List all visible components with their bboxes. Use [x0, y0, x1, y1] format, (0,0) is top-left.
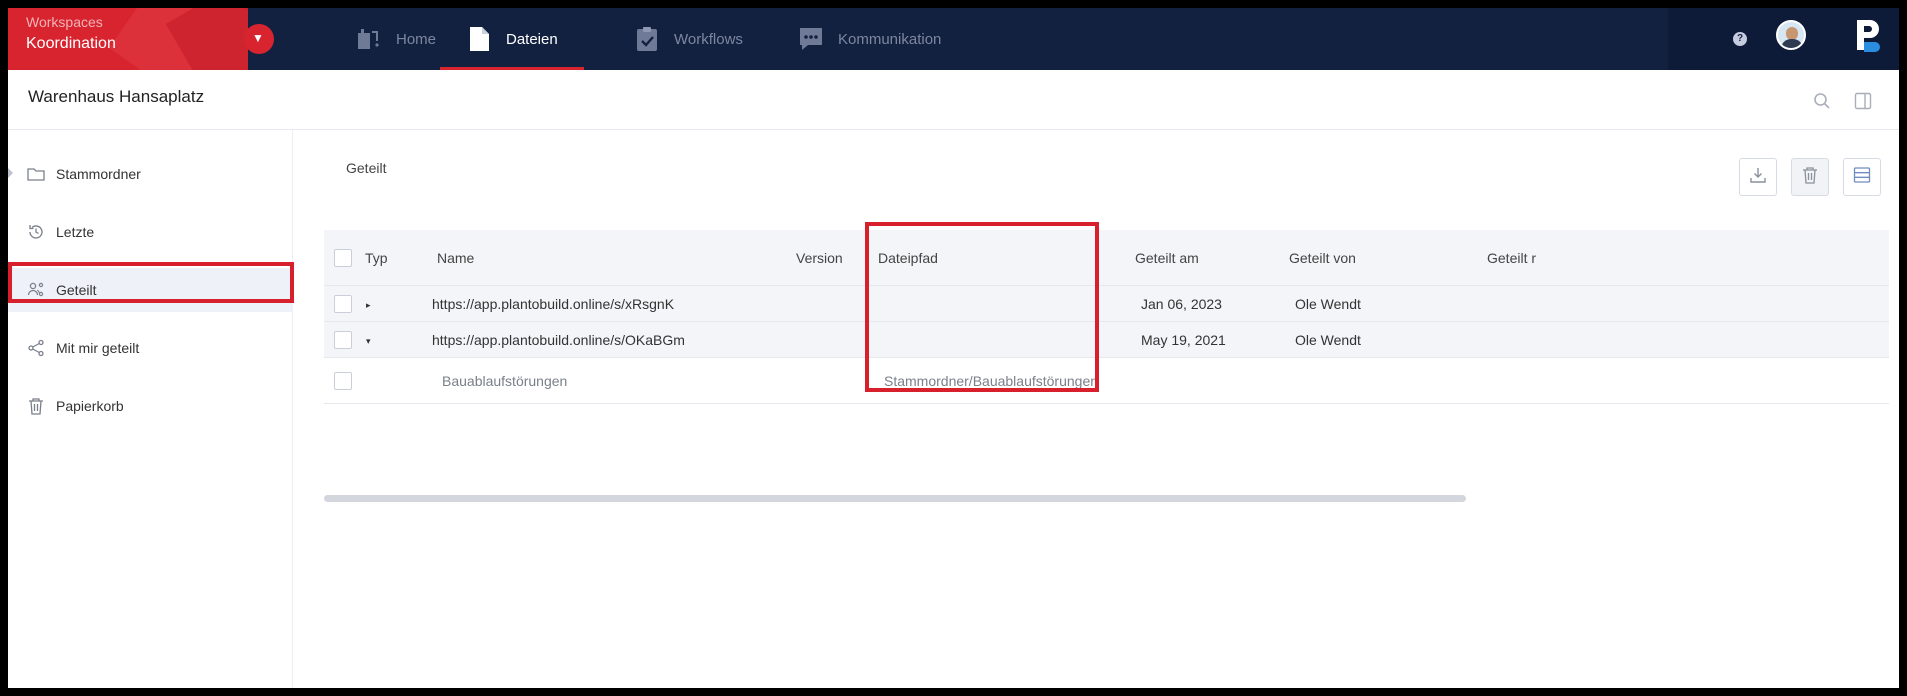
table-header: Typ Name Version Dateipfad Geteilt am Ge…: [324, 230, 1889, 286]
sidebar-item-label: Papierkorb: [56, 398, 124, 414]
page-header: Warenhaus Hansaplatz: [8, 70, 1899, 130]
sidebar-item-label: Stammordner: [56, 166, 141, 182]
table-row[interactable]: ▸ https://app.plantobuild.online/s/xRsgn…: [324, 286, 1889, 322]
select-all-checkbox[interactable]: [334, 248, 352, 267]
page-title: Warenhaus Hansaplatz: [28, 87, 205, 106]
nav-dateien[interactable]: Dateien: [440, 8, 584, 70]
column-header-geteilt-von[interactable]: Geteilt von: [1289, 230, 1356, 285]
app-window: Workspaces Koordination ▼ Home Dateien W…: [8, 8, 1899, 688]
workspace-dropdown-button[interactable]: ▼: [244, 24, 274, 54]
sidebar-item-mit-mir-geteilt[interactable]: Mit mir geteilt: [8, 326, 293, 370]
home-icon: [356, 26, 382, 52]
nav-home-label: Home: [396, 30, 437, 48]
expand-row-icon[interactable]: ▸: [366, 286, 371, 321]
sidebar-item-papierkorb[interactable]: Papierkorb: [8, 384, 293, 428]
nav-dateien-label: Dateien: [506, 30, 558, 48]
highlight-box-sidebar-geteilt: [8, 262, 294, 303]
collapse-row-icon[interactable]: ▾: [366, 322, 371, 357]
search-icon[interactable]: [1813, 92, 1831, 115]
row-checkbox[interactable]: [334, 371, 352, 390]
nav-kommunikation[interactable]: Kommunikation: [798, 8, 941, 70]
share-icon: [26, 338, 46, 358]
column-header-typ[interactable]: Typ: [365, 230, 388, 285]
workspace-selector[interactable]: Workspaces Koordination: [8, 8, 248, 70]
download-icon: [1749, 166, 1767, 189]
chat-icon: [798, 26, 824, 52]
clipboard-check-icon: [634, 26, 660, 52]
plantobuild-logo: [1857, 20, 1880, 52]
workspace-label: Workspaces: [26, 14, 103, 30]
row-shared-by: Ole Wendt: [1295, 295, 1361, 312]
sidebar-item-letzte[interactable]: Letzte: [8, 210, 293, 254]
chevron-down-icon: ▼: [252, 31, 264, 45]
nav-workflows[interactable]: Workflows: [634, 8, 743, 70]
row-shared-date: Jan 06, 2023: [1141, 295, 1222, 312]
main-content: Geteilt Typ Name Version Dateipfad Getei…: [294, 130, 1899, 688]
folder-icon: [26, 164, 46, 184]
sidebar-item-label: Mit mir geteilt: [56, 340, 140, 356]
nav-kommunikation-label: Kommunikation: [838, 30, 942, 48]
history-icon: [26, 222, 46, 242]
list-view-icon: [1853, 166, 1871, 189]
row-checkbox[interactable]: [334, 330, 352, 349]
side-panel-toggle-icon[interactable]: [1854, 92, 1872, 115]
trash-icon: [1802, 166, 1818, 189]
sidebar-item-label: Letzte: [56, 224, 95, 240]
workspace-name: Koordination: [26, 35, 116, 52]
sidebar-item-stammordner[interactable]: Stammordner: [8, 152, 293, 196]
nav-home[interactable]: Home: [356, 8, 436, 70]
file-icon: [466, 26, 492, 52]
list-view-button[interactable]: [1843, 158, 1881, 196]
avatar[interactable]: [1776, 20, 1806, 50]
help-icon[interactable]: ?: [1733, 32, 1747, 46]
row-shared-by: Ole Wendt: [1295, 331, 1361, 348]
row-name[interactable]: https://app.plantobuild.online/s/OKaBGm: [432, 322, 685, 357]
column-header-version[interactable]: Version: [796, 230, 843, 285]
nav-workflows-label: Workflows: [674, 30, 743, 48]
row-name[interactable]: Bauablaufstörungen: [442, 358, 567, 403]
download-button[interactable]: [1739, 158, 1777, 196]
trash-icon: [26, 396, 46, 416]
table-row[interactable]: Bauablaufstörungen Stammordner/Bauablauf…: [324, 358, 1889, 404]
horizontal-scrollbar[interactable]: [324, 495, 1466, 502]
breadcrumb: Geteilt: [346, 160, 387, 176]
highlight-box-dateipfad-column: [865, 222, 1099, 392]
delete-button[interactable]: [1791, 158, 1829, 196]
table-row[interactable]: ▾ https://app.plantobuild.online/s/OKaBG…: [324, 322, 1889, 358]
row-checkbox[interactable]: [334, 294, 352, 313]
column-header-geteilt-r[interactable]: Geteilt r: [1487, 230, 1536, 285]
sidebar: Stammordner Letzte Geteilt Mit mir getei…: [8, 130, 293, 688]
row-name[interactable]: https://app.plantobuild.online/s/xRsgnK: [432, 286, 674, 321]
column-header-name[interactable]: Name: [437, 230, 474, 285]
top-navigation-bar: Workspaces Koordination ▼ Home Dateien W…: [8, 8, 1899, 70]
row-shared-date: May 19, 2021: [1141, 331, 1226, 348]
column-header-geteilt-am[interactable]: Geteilt am: [1135, 230, 1199, 285]
